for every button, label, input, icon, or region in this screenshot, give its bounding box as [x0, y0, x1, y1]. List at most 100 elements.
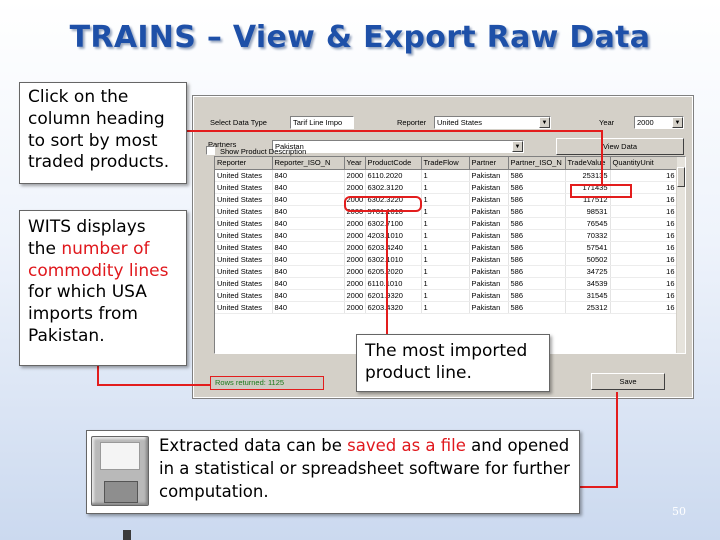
connector-line	[187, 130, 603, 132]
table-row[interactable]: United States84020006205.20201Pakistan58…	[215, 265, 678, 278]
table-cell: United States	[215, 229, 273, 242]
data-type-select[interactable]: Tarif Line Impo	[290, 116, 354, 129]
table-cell: 840	[272, 229, 345, 242]
table-row[interactable]: United States 840 2000 6110.1010 1 Pakistan 58…	[215, 277, 678, 290]
table-cell: 34725	[565, 265, 611, 278]
table-cell: United States	[215, 289, 273, 302]
table-cell: 840	[272, 301, 345, 314]
table-cell: 6201.9320	[365, 289, 422, 302]
column-header[interactable]: Reporter_ISO_N	[272, 157, 345, 170]
floppy-disk-icon	[91, 436, 149, 540]
table-cell: 1	[421, 169, 470, 182]
connector-line	[97, 384, 210, 386]
table-cell: 76545	[565, 217, 611, 230]
floppy-shutter	[104, 481, 138, 540]
column-header[interactable]: Reporter	[215, 157, 273, 170]
table-row[interactable]: United States84020006302.71001Pakistan58…	[215, 217, 678, 230]
table-cell: 6302.7100	[365, 217, 422, 230]
table-cell: 586	[508, 301, 566, 314]
page-number: 50	[672, 505, 686, 518]
table-cell: United States	[215, 277, 273, 290]
table-row[interactable]: United States 840 2000 5701.1010 1 Pakistan 58…	[215, 205, 678, 218]
table-cell: 586	[508, 181, 566, 194]
table-cell: 16	[610, 205, 678, 218]
table-cell: 4203.1010	[365, 229, 422, 242]
table-cell: Pakistan	[469, 289, 509, 302]
table-cell: 586	[508, 265, 566, 278]
table-cell: 840	[272, 193, 345, 206]
table-cell: 2000	[344, 301, 366, 314]
column-header[interactable]: TradeValue	[565, 157, 611, 170]
reporter-select[interactable]: United States ▼	[434, 116, 551, 129]
connector-line	[580, 486, 618, 488]
sort-hint-callout: Click on the column heading to sort by m…	[19, 82, 187, 184]
table-cell: United States	[215, 193, 273, 206]
table-cell: United States	[215, 217, 273, 230]
table-row[interactable]: United States84020006203.42401Pakistan58…	[215, 241, 678, 254]
table-cell: United States	[215, 253, 273, 266]
table-cell: 31545	[565, 289, 611, 302]
table-cell: 840	[272, 265, 345, 278]
table-row[interactable]: United States84020004203.10101Pakistan58…	[215, 229, 678, 242]
show-description-label: Show Product Description	[220, 147, 307, 156]
column-header[interactable]: QuantityUnit	[610, 157, 678, 170]
partners-select[interactable]: Pakistan ▼	[272, 140, 524, 153]
top-product-highlight	[344, 196, 422, 212]
table-cell: 6203.4240	[365, 241, 422, 254]
table-cell: 586	[508, 241, 566, 254]
column-header[interactable]: Partner_ISO_N	[508, 157, 566, 170]
table-cell: 6110.1010	[365, 277, 422, 290]
save-button[interactable]: Save	[591, 373, 665, 390]
table-cell: United States	[215, 265, 273, 278]
table-cell: 1	[421, 241, 470, 254]
table-cell: 840	[272, 205, 345, 218]
connector-line	[616, 392, 618, 488]
table-cell: 70332	[565, 229, 611, 242]
chevron-down-icon[interactable]: ▼	[539, 117, 550, 128]
table-cell: 98531	[565, 205, 611, 218]
table-row[interactable]: United States84020006203.43201Pakistan58…	[215, 301, 678, 314]
table-cell: Pakistan	[469, 253, 509, 266]
table-cell: 6302.3120	[365, 181, 422, 194]
table-cell: 6302.1010	[365, 253, 422, 266]
column-header[interactable]: TradeFlow	[421, 157, 470, 170]
table-row[interactable]: United States84020006302.10101Pakistan58…	[215, 253, 678, 266]
year-select[interactable]: 2000 ▼	[634, 116, 684, 129]
table-cell: 586	[508, 217, 566, 230]
vertical-scrollbar[interactable]	[676, 157, 685, 353]
table-row[interactable]: United States 840 2000 6110.2020 1 Pakistan 58…	[215, 169, 678, 182]
table-cell: United States	[215, 169, 273, 182]
table-cell: Pakistan	[469, 193, 509, 206]
scrollbar-thumb[interactable]	[677, 167, 685, 187]
table-cell: 2000	[344, 181, 366, 194]
table-cell: 586	[508, 277, 566, 290]
column-header[interactable]: Partner	[469, 157, 509, 170]
table-row[interactable]: United States84020006201.93201Pakistan58…	[215, 289, 678, 302]
table-cell: 840	[272, 241, 345, 254]
year-value: 2000	[637, 118, 654, 127]
column-header[interactable]: Year	[344, 157, 366, 170]
table-cell: 16	[610, 217, 678, 230]
table-cell: Pakistan	[469, 241, 509, 254]
table-cell: 1	[421, 265, 470, 278]
table-cell: 1	[421, 193, 470, 206]
table-cell: Pakistan	[469, 181, 509, 194]
view-data-button[interactable]: View Data	[556, 138, 684, 155]
table-cell: United States	[215, 241, 273, 254]
table-header-row: Reporter Reporter_ISO_N Year ProductCode Tra…	[215, 157, 678, 170]
table-cell: 2000	[344, 253, 366, 266]
table-cell: 34539	[565, 277, 611, 290]
column-header[interactable]: ProductCode	[365, 157, 422, 170]
show-description-checkbox[interactable]	[206, 146, 215, 155]
table-cell: 2000	[344, 277, 366, 290]
table-cell: Pakistan	[469, 169, 509, 182]
table-cell: 840	[272, 277, 345, 290]
chevron-down-icon[interactable]: ▼	[512, 141, 523, 152]
table-cell: 16	[610, 277, 678, 290]
table-cell: 1	[421, 253, 470, 266]
table-cell: United States	[215, 301, 273, 314]
chevron-down-icon[interactable]: ▼	[672, 117, 683, 128]
table-cell: 840	[272, 169, 345, 182]
table-cell: 1	[421, 289, 470, 302]
table-cell: 586	[508, 169, 566, 182]
